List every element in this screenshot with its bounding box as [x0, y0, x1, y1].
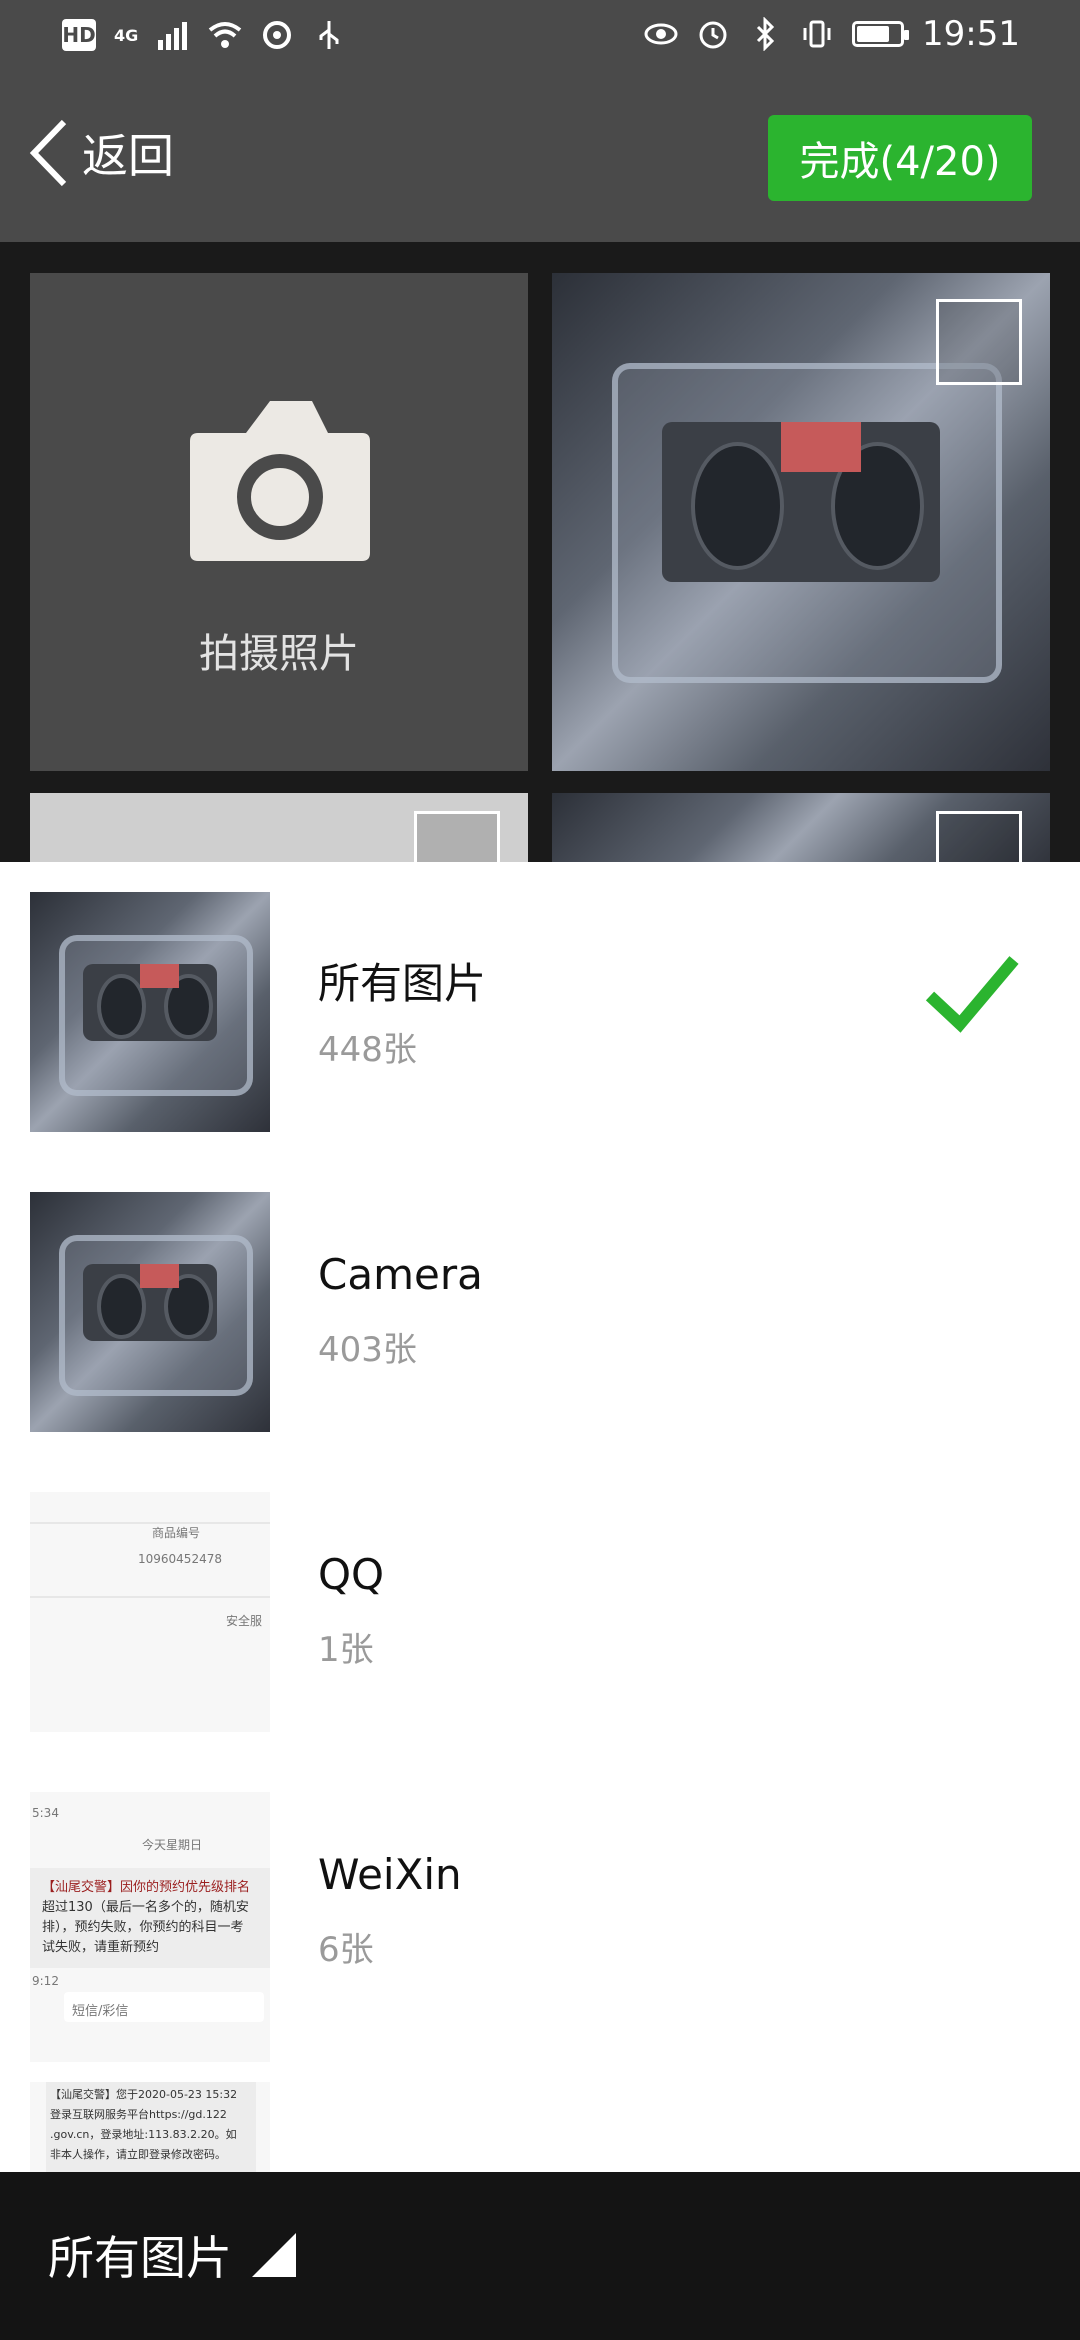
doc-text: 超过130（最后一名多个的，随机安 — [42, 1900, 249, 1915]
wifi-icon — [209, 22, 242, 48]
doc-text: 【汕尾交警】因你的预约优先级排名 — [42, 1880, 251, 1895]
album-item[interactable]: 【汕尾交警】您于2020-05-23 15:32 登录互联网服务平台https:… — [0, 2062, 1080, 2172]
doc-text: 【汕尾交警】您于2020-05-23 15:32 — [50, 2088, 238, 2101]
album-item[interactable]: Camera 403张 — [0, 1162, 1080, 1462]
album-item[interactable]: 所有图片 448张 — [0, 862, 1080, 1162]
select-checkbox[interactable] — [414, 811, 500, 862]
album-count: 403张 — [318, 1330, 417, 1370]
album-count: 6张 — [318, 1930, 374, 1970]
album-name: WeiXin — [318, 1850, 462, 1899]
doc-text: 9:12 — [32, 1974, 59, 1988]
album-count: 1张 — [318, 1630, 374, 1670]
album-thumbnail — [30, 1192, 270, 1432]
album-count: 448张 — [318, 1030, 417, 1070]
network-type: 4G — [114, 25, 139, 45]
usb-icon — [319, 21, 339, 49]
album-thumbnail — [30, 892, 270, 1132]
alarm-icon — [699, 21, 727, 49]
eye-icon — [644, 23, 678, 45]
bottom-bar: 所有图片 — [0, 2172, 1080, 2340]
doc-text: 商品编号 — [152, 1526, 201, 1540]
album-thumbnail: 5:34 今天星期日 【汕尾交警】因你的预约优先级排名 超过130（最后一名多个… — [30, 1792, 270, 2062]
album-selector[interactable]: 所有图片 — [48, 2222, 296, 2288]
bluetooth-icon — [756, 17, 775, 51]
doc-text: 登录互联网服务平台https://gd.122 — [50, 2108, 227, 2121]
take-photo-label: 拍摄照片 — [199, 631, 359, 677]
photo-thumbnail[interactable] — [552, 793, 1050, 862]
vibrate-icon — [803, 20, 831, 48]
done-button[interactable]: 完成(4/20) — [768, 115, 1032, 201]
doc-text: 安全服 — [226, 1614, 263, 1628]
chevron-left-icon — [29, 119, 67, 187]
album-selector-label: 所有图片 — [48, 2231, 232, 2285]
doc-text: .gov.cn，登录地址:113.83.2.20。如 — [50, 2128, 237, 2141]
sync-icon — [263, 21, 292, 49]
doc-text: 今天星期日 — [142, 1838, 203, 1852]
back-button[interactable]: 返回 — [28, 118, 174, 188]
battery-icon — [852, 21, 910, 47]
select-checkbox-checked[interactable] — [936, 811, 1022, 862]
album-name: Camera — [318, 1250, 483, 1299]
camera-icon — [190, 401, 370, 561]
doc-text: 10960452478 — [138, 1552, 222, 1566]
select-checkbox[interactable] — [936, 299, 1022, 385]
clock: 19:51 — [922, 14, 1020, 54]
album-thumbnail: 【汕尾交警】您于2020-05-23 15:32 登录互联网服务平台https:… — [30, 2082, 270, 2172]
doc-text: 排），预约失败，你预约的科目一考 — [42, 1920, 244, 1935]
back-label: 返回 — [82, 129, 174, 183]
signal-icon — [158, 22, 188, 50]
album-item[interactable]: 商品编号 10960452478 安全服 QQ 1张 — [0, 1462, 1080, 1762]
album-picker-sheet: 所有图片 448张 Camera 403张 商品编号 10960452478 安… — [0, 862, 1080, 2172]
sms-input-placeholder: 短信/彩信 — [72, 2004, 129, 2019]
top-bar: HD 4G 19:51 返回 完成(4/20) — [0, 0, 1080, 242]
album-thumbnail: 商品编号 10960452478 安全服 — [30, 1492, 270, 1732]
photo-thumbnail[interactable] — [552, 273, 1050, 771]
photo-thumbnail[interactable] — [30, 793, 528, 862]
take-photo-tile[interactable]: 拍摄照片 — [30, 273, 528, 771]
photo-grid: 拍摄照片 — [0, 242, 1080, 862]
doc-text: 5:34 — [32, 1806, 59, 1820]
album-name: QQ — [318, 1550, 385, 1599]
doc-text: 非本人操作，请立即登录修改密码。 — [50, 2148, 226, 2161]
checkmark-icon — [925, 956, 1019, 1033]
hd-icon: HD — [62, 19, 96, 51]
album-name: 所有图片 — [318, 959, 487, 1008]
album-item[interactable]: 5:34 今天星期日 【汕尾交警】因你的预约优先级排名 超过130（最后一名多个… — [0, 1762, 1080, 2062]
status-bar: HD 4G 19:51 — [0, 0, 1080, 75]
doc-text: 试失败，请重新预约 — [42, 1940, 160, 1955]
dropdown-triangle-icon — [252, 2233, 296, 2277]
